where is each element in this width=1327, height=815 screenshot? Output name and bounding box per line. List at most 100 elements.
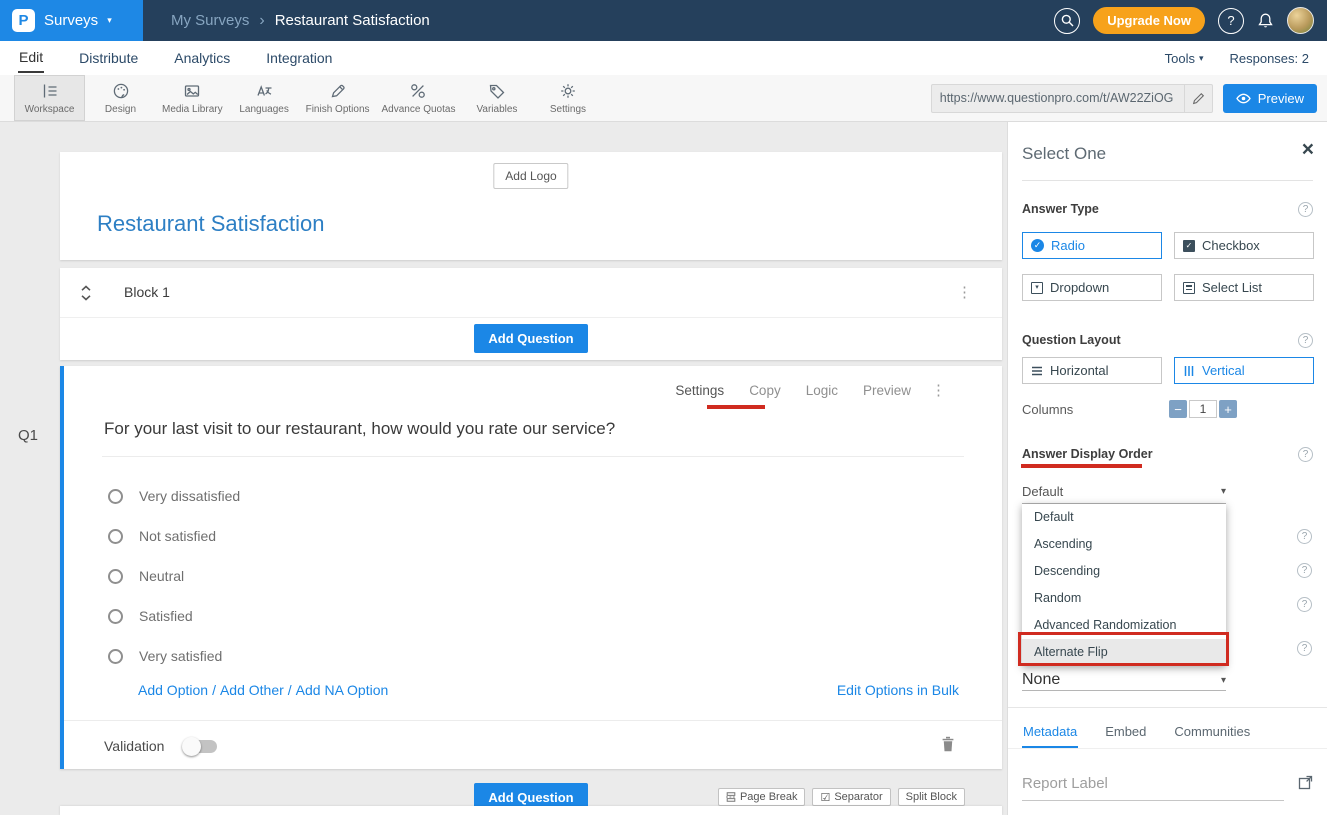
add-option-link[interactable]: Add Option xyxy=(138,682,208,698)
page-break-button[interactable]: Page Break xyxy=(718,788,805,806)
separator-button[interactable]: ☑ Separator xyxy=(812,788,890,806)
search-icon[interactable] xyxy=(1054,8,1080,34)
notifications-bell-icon[interactable] xyxy=(1257,12,1274,30)
help-icon[interactable]: ? xyxy=(1298,447,1313,462)
question-kebab-menu-icon[interactable]: ⋮ xyxy=(931,383,946,398)
question-tab-copy[interactable]: Copy xyxy=(749,383,781,398)
validation-label: Validation xyxy=(104,738,164,754)
radio-button[interactable] xyxy=(108,569,123,584)
columns-minus-button[interactable]: − xyxy=(1169,400,1187,418)
add-other-link[interactable]: Add Other xyxy=(220,682,284,698)
option-label[interactable]: Satisfied xyxy=(139,608,193,624)
answer-display-order-select[interactable]: Default ▾ xyxy=(1022,480,1226,504)
question-tab-logic[interactable]: Logic xyxy=(806,383,838,398)
option-label[interactable]: Not satisfied xyxy=(139,528,216,544)
tool-label: Advance Quotas xyxy=(382,104,456,115)
survey-canvas: Add Logo Restaurant Satisfaction Block 1… xyxy=(0,122,1007,815)
answer-type-checkbox[interactable]: ✓ Checkbox xyxy=(1174,232,1314,259)
preview-button[interactable]: Preview xyxy=(1223,84,1317,113)
breadcrumb-my-surveys[interactable]: My Surveys xyxy=(171,12,249,29)
breadcrumb-current-survey: Restaurant Satisfaction xyxy=(275,12,430,29)
help-icon[interactable]: ? xyxy=(1297,641,1312,656)
tab-edit[interactable]: Edit xyxy=(18,43,44,73)
tools-menu[interactable]: Tools ▾ xyxy=(1165,51,1204,66)
layout-vertical[interactable]: Vertical xyxy=(1174,357,1314,384)
columns-plus-button[interactable]: + xyxy=(1219,400,1237,418)
user-avatar[interactable] xyxy=(1287,7,1314,34)
radio-button[interactable] xyxy=(108,649,123,664)
product-menu-label: Surveys xyxy=(44,12,98,29)
edit-url-pencil-icon[interactable] xyxy=(1184,85,1212,112)
add-logo-button[interactable]: Add Logo xyxy=(493,163,568,189)
option-label[interactable]: Very dissatisfied xyxy=(139,488,240,504)
tool-settings[interactable]: Settings xyxy=(532,75,603,121)
option-label[interactable]: Neutral xyxy=(139,568,184,584)
add-na-option-link[interactable]: Add NA Option xyxy=(296,682,389,698)
tool-languages[interactable]: Languages xyxy=(229,75,300,121)
expand-icon[interactable] xyxy=(1298,775,1313,790)
question-settings-panel: Select One × Answer Type ? ✓ Radio ✓ Che… xyxy=(1007,122,1327,815)
tab-analytics[interactable]: Analytics xyxy=(173,44,231,72)
report-label-input[interactable] xyxy=(1022,772,1284,800)
answer-option-row: Satisfied xyxy=(108,596,240,636)
help-icon[interactable]: ? xyxy=(1218,8,1244,34)
next-card-edge xyxy=(60,806,1002,815)
delete-question-trash-icon[interactable] xyxy=(941,736,955,752)
menu-item-descending[interactable]: Descending xyxy=(1022,558,1226,585)
product-switcher[interactable]: P Surveys ▾ xyxy=(0,0,143,41)
tab-integration[interactable]: Integration xyxy=(265,44,333,72)
question-layout-label: Question Layout xyxy=(1022,333,1121,347)
menu-item-random[interactable]: Random xyxy=(1022,585,1226,612)
menu-item-alternate-flip[interactable]: Alternate Flip xyxy=(1022,639,1226,666)
help-icon[interactable]: ? xyxy=(1297,563,1312,578)
responses-count[interactable]: Responses: 2 xyxy=(1230,51,1310,66)
secondary-select[interactable]: None ▾ xyxy=(1022,670,1226,691)
validation-toggle[interactable] xyxy=(184,740,217,753)
tab-distribute[interactable]: Distribute xyxy=(78,44,139,72)
block-kebab-menu-icon[interactable]: ⋮ xyxy=(957,285,972,300)
tool-advance-quotas[interactable]: Advance Quotas xyxy=(376,75,462,121)
survey-title[interactable]: Restaurant Satisfaction xyxy=(97,211,324,237)
menu-item-ascending[interactable]: Ascending xyxy=(1022,531,1226,558)
tool-finish-options[interactable]: Finish Options xyxy=(300,75,376,121)
answer-type-radio[interactable]: ✓ Radio xyxy=(1022,232,1162,259)
radio-button[interactable] xyxy=(108,609,123,624)
columns-input[interactable] xyxy=(1189,400,1217,418)
tool-design[interactable]: Design xyxy=(85,75,156,121)
help-icon[interactable]: ? xyxy=(1297,597,1312,612)
menu-item-advanced-randomization[interactable]: Advanced Randomization xyxy=(1022,612,1226,639)
block-name[interactable]: Block 1 xyxy=(124,284,170,300)
question-tab-settings[interactable]: Settings xyxy=(675,383,724,398)
tool-label: Media Library xyxy=(162,104,223,115)
collapse-block-icon[interactable] xyxy=(80,285,92,301)
menu-item-default[interactable]: Default xyxy=(1022,504,1226,531)
upgrade-now-button[interactable]: Upgrade Now xyxy=(1093,7,1205,34)
survey-url[interactable]: https://www.questionpro.com/t/AW22ZiOG xyxy=(932,91,1184,105)
tab-communities[interactable]: Communities xyxy=(1173,718,1251,748)
help-icon[interactable]: ? xyxy=(1298,333,1313,348)
tool-workspace[interactable]: Workspace xyxy=(14,75,85,121)
workspace-icon xyxy=(40,81,60,101)
answer-type-select-list[interactable]: Select List xyxy=(1174,274,1314,301)
question-text[interactable]: For your last visit to our restaurant, h… xyxy=(104,419,615,439)
radio-button[interactable] xyxy=(108,529,123,544)
edit-options-in-bulk-link[interactable]: Edit Options in Bulk xyxy=(837,682,959,698)
close-icon[interactable]: × xyxy=(1302,138,1314,162)
editor-toolbar: Workspace Design Media Library Languages… xyxy=(0,75,1327,122)
question-action-tabs: Settings Copy Logic Preview xyxy=(675,383,911,398)
tool-variables[interactable]: Variables xyxy=(461,75,532,121)
tool-media-library[interactable]: Media Library xyxy=(156,75,229,121)
split-block-button[interactable]: Split Block xyxy=(898,788,965,806)
answer-type-dropdown[interactable]: ▾ Dropdown xyxy=(1022,274,1162,301)
answer-option-row: Not satisfied xyxy=(108,516,240,556)
option-label[interactable]: Very satisfied xyxy=(139,648,222,664)
tab-embed[interactable]: Embed xyxy=(1104,718,1147,748)
layout-horizontal[interactable]: Horizontal xyxy=(1022,357,1162,384)
help-icon[interactable]: ? xyxy=(1298,202,1313,217)
radio-button[interactable] xyxy=(108,489,123,504)
help-icon[interactable]: ? xyxy=(1297,529,1312,544)
add-question-button[interactable]: Add Question xyxy=(474,324,587,353)
tab-metadata[interactable]: Metadata xyxy=(1022,718,1078,748)
toggle-knob xyxy=(182,737,201,756)
question-tab-preview[interactable]: Preview xyxy=(863,383,911,398)
